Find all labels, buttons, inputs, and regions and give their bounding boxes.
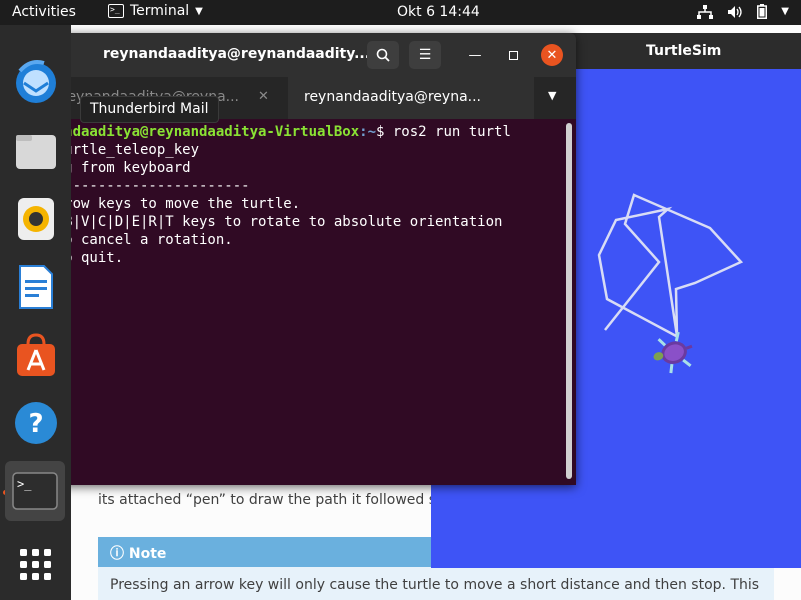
terminal-window-title: reynandaaditya@reynandaadity... bbox=[103, 46, 371, 62]
tab-list-chevron-icon[interactable]: ▼ bbox=[548, 89, 556, 102]
dock: Thunderbird Mail ? >_ bbox=[0, 25, 219, 600]
tab-close-icon[interactable]: ✕ bbox=[258, 89, 269, 104]
svg-text:>_: >_ bbox=[17, 477, 32, 491]
app-menu[interactable]: >_ Terminal ▼ bbox=[108, 3, 203, 19]
minimize-button[interactable]: — bbox=[464, 44, 486, 66]
dock-writer[interactable] bbox=[10, 261, 62, 313]
maximize-icon bbox=[508, 50, 518, 60]
prompt-path: :~ bbox=[359, 124, 377, 140]
terminal-output[interactable]: reynandaaditya@reynandaaditya-VirtualBox… bbox=[40, 121, 566, 485]
chevron-down-icon: ▼ bbox=[195, 5, 203, 17]
battery-icon bbox=[757, 4, 768, 19]
output-line: eading from keyboard bbox=[40, 160, 191, 176]
terminal-tab-2[interactable]: reynandaaditya@reyna... bbox=[288, 77, 534, 119]
turtle-sprite bbox=[653, 331, 693, 374]
output-line: 'F' to cancel a rotation. bbox=[40, 232, 233, 248]
help-icon: ? bbox=[15, 402, 57, 444]
note-body: Pressing an arrow key will only cause th… bbox=[98, 567, 774, 600]
tab-label: reynandaaditya@reyna... bbox=[304, 89, 481, 105]
system-tray[interactable]: ▼ bbox=[697, 4, 789, 19]
turtlesim-title: TurtleSim bbox=[646, 43, 722, 59]
speaker-icon bbox=[18, 198, 54, 240]
output-line: se arrow keys to move the turtle. bbox=[40, 196, 301, 212]
network-icon bbox=[697, 4, 714, 19]
dock-tooltip: Thunderbird Mail bbox=[80, 96, 219, 123]
search-button[interactable] bbox=[367, 41, 399, 69]
top-bar: Activities >_ Terminal ▼ Okt 6 14:44 ▼ bbox=[0, 0, 801, 25]
dock-rhythmbox[interactable] bbox=[10, 193, 62, 245]
close-icon: ✕ bbox=[546, 47, 558, 63]
minimize-icon: — bbox=[468, 47, 482, 63]
prompt-line: reynandaaditya@reynandaaditya-VirtualBox… bbox=[40, 123, 548, 141]
thunderbird-icon bbox=[16, 60, 56, 103]
shopping-bag-icon bbox=[17, 333, 55, 376]
svg-text:?: ? bbox=[28, 409, 43, 439]
app-grid-icon bbox=[20, 549, 51, 580]
note-title: Note bbox=[128, 546, 167, 562]
close-button[interactable]: ✕ bbox=[541, 44, 563, 66]
output-line: se G|B|V|C|D|E|R|T keys to rotate to abs… bbox=[40, 214, 503, 230]
dock-software[interactable] bbox=[10, 329, 62, 381]
terminal-header-bar[interactable]: reynandaaditya@reynandaadity... ☰ — ✕ bbox=[40, 33, 576, 77]
hamburger-menu-button[interactable]: ☰ bbox=[409, 41, 441, 69]
terminal-scrollbar[interactable] bbox=[566, 123, 572, 479]
dock-files[interactable] bbox=[10, 125, 62, 177]
terminal-app-icon: >_ bbox=[108, 4, 124, 18]
dock-terminal[interactable]: >_ bbox=[5, 461, 65, 521]
volume-icon bbox=[728, 5, 742, 18]
search-icon bbox=[376, 48, 390, 62]
prompt-user: reynandaaditya@reynandaaditya-VirtualBox bbox=[40, 124, 360, 140]
folder-icon bbox=[16, 135, 56, 169]
system-menu-chevron-icon: ▼ bbox=[781, 6, 789, 17]
maximize-button[interactable] bbox=[502, 44, 524, 66]
terminal-icon: >_ bbox=[12, 472, 58, 510]
menu-icon: ☰ bbox=[418, 47, 432, 63]
turtle-path bbox=[597, 193, 744, 339]
show-applications-button[interactable] bbox=[10, 539, 62, 591]
activities-button[interactable]: Activities bbox=[12, 4, 76, 20]
dock-help[interactable]: ? bbox=[10, 397, 62, 449]
clock[interactable]: Okt 6 14:44 bbox=[397, 4, 480, 20]
output-line: --------------------------- bbox=[40, 178, 250, 194]
prompt-command: $ ros2 run turtl bbox=[376, 124, 511, 140]
dock-thunderbird[interactable] bbox=[10, 55, 62, 107]
output-line: sim turtle_teleop_key bbox=[40, 142, 200, 158]
document-icon bbox=[19, 265, 53, 309]
app-menu-label: Terminal bbox=[130, 3, 190, 19]
output-line: 'Q' to quit. bbox=[40, 250, 124, 266]
info-icon: ⓘ bbox=[110, 546, 129, 562]
